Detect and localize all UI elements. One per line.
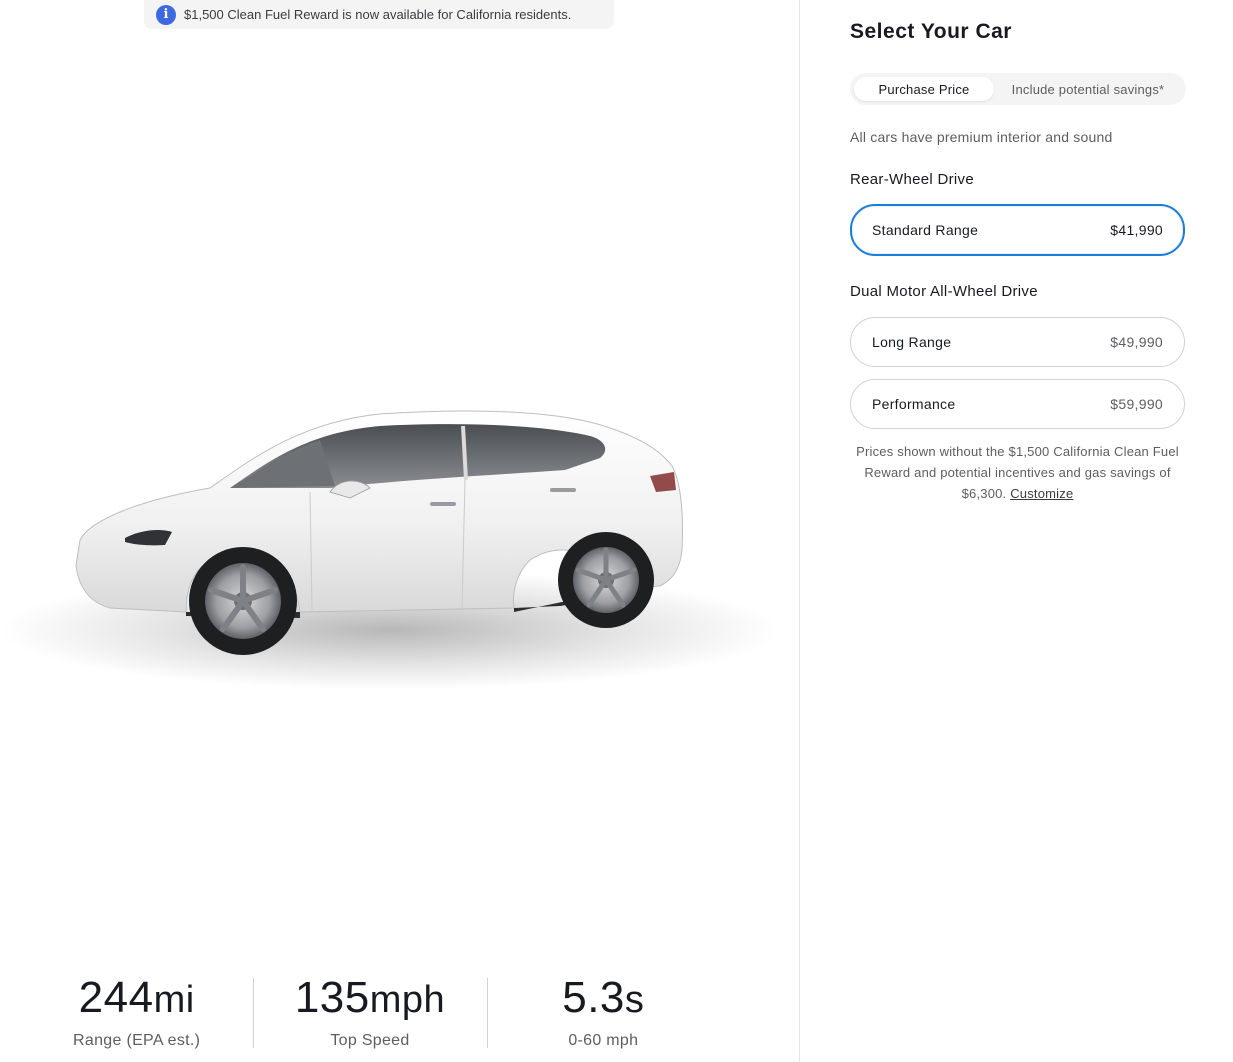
trim-option-long-range[interactable]: Long Range $49,990: [850, 317, 1185, 367]
price-view-toggle: Purchase Price Include potential savings…: [850, 73, 1186, 105]
banner-text: $1,500 Clean Fuel Reward is now availabl…: [184, 7, 572, 22]
spec-top-speed-label: Top Speed: [330, 1032, 410, 1049]
spec-acceleration-unit: s: [624, 979, 645, 1021]
spec-top-speed-value: 135: [294, 973, 370, 1022]
trim-option-price: $41,990: [1110, 222, 1163, 238]
toggle-purchase-price[interactable]: Purchase Price: [854, 77, 994, 101]
spec-range: 244mi Range (EPA est.): [20, 972, 253, 1052]
spec-summary: 244mi Range (EPA est.) 135mph Top Speed …: [20, 972, 720, 1052]
trim-option-standard-range[interactable]: Standard Range $41,990: [850, 204, 1185, 256]
car-illustration: [0, 410, 780, 690]
rear-wheel: [558, 532, 654, 628]
trim-note: All cars have premium interior and sound: [850, 129, 1113, 145]
spec-range-label: Range (EPA est.): [73, 1032, 201, 1049]
car-image: [0, 380, 799, 710]
trim-option-name: Performance: [872, 396, 956, 412]
spec-top-speed-unit: mph: [369, 979, 446, 1021]
spec-range-unit: mi: [153, 979, 195, 1021]
spec-acceleration: 5.3s 0-60 mph: [486, 972, 720, 1052]
toggle-include-savings[interactable]: Include potential savings*: [994, 77, 1182, 101]
spec-top-speed: 135mph Top Speed: [253, 972, 486, 1052]
price-disclaimer: Prices shown without the $1,500 Californ…: [850, 441, 1185, 504]
spec-acceleration-label: 0-60 mph: [568, 1032, 639, 1049]
trim-option-name: Long Range: [872, 334, 952, 350]
spec-acceleration-value: 5.3: [562, 973, 625, 1022]
trim-option-performance[interactable]: Performance $59,990: [850, 379, 1185, 429]
vehicle-preview-pane: i $1,500 Clean Fuel Reward is now availa…: [0, 0, 799, 1062]
configurator-panel: Select Your Car Purchase Price Include p…: [800, 0, 1233, 1062]
customize-link[interactable]: Customize: [1010, 486, 1073, 501]
spec-range-value: 244: [78, 973, 154, 1022]
section-title-dual-motor-awd: Dual Motor All-Wheel Drive: [850, 283, 1038, 300]
page-title: Select Your Car: [850, 20, 1012, 43]
trim-option-price: $49,990: [1110, 334, 1163, 350]
trim-option-price: $59,990: [1110, 396, 1163, 412]
trim-option-name: Standard Range: [872, 222, 979, 238]
section-title-rear-wheel-drive: Rear-Wheel Drive: [850, 171, 974, 188]
info-banner: i $1,500 Clean Fuel Reward is now availa…: [144, 0, 614, 29]
info-icon: i: [156, 4, 176, 25]
front-wheel: [189, 547, 297, 655]
